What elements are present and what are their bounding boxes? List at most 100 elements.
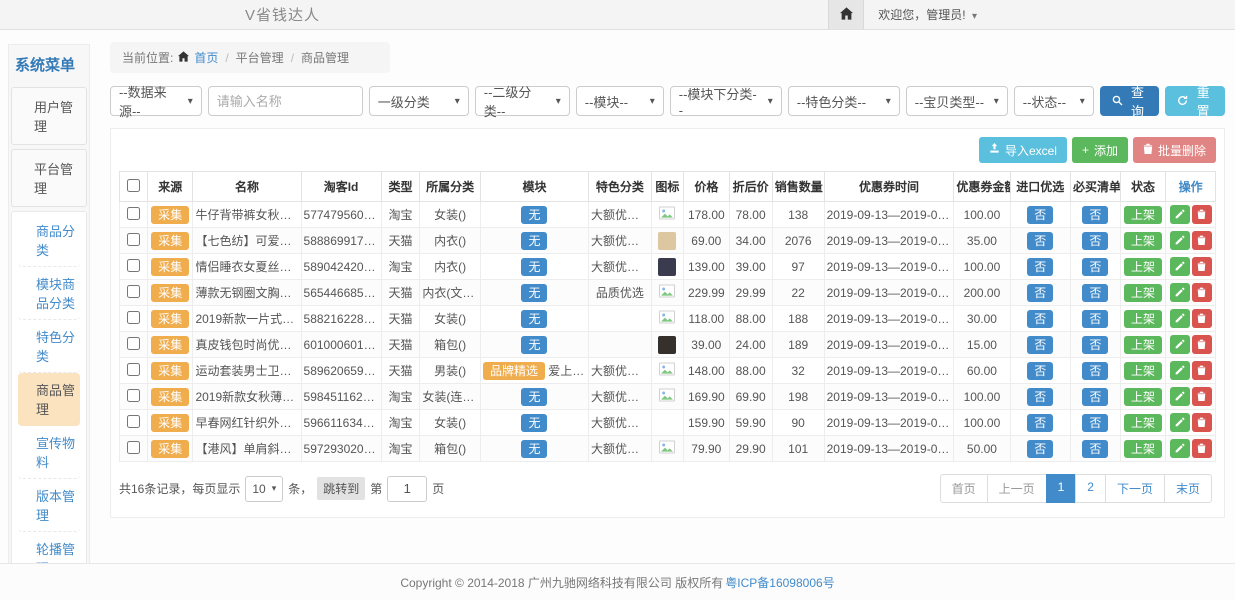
row-checkbox[interactable] bbox=[127, 389, 140, 402]
edit-button[interactable] bbox=[1170, 309, 1190, 328]
must-buy-badge[interactable]: 否 bbox=[1082, 388, 1108, 406]
filter-select[interactable]: --宝贝类型--▾ bbox=[906, 86, 1008, 116]
must-buy-badge[interactable]: 否 bbox=[1082, 336, 1108, 354]
delete-button[interactable] bbox=[1192, 231, 1212, 250]
import-select-badge[interactable]: 否 bbox=[1027, 440, 1053, 458]
row-checkbox[interactable] bbox=[127, 337, 140, 350]
must-buy-badge[interactable]: 否 bbox=[1082, 284, 1108, 302]
jump-button[interactable]: 跳转到 bbox=[317, 477, 365, 500]
filter-select[interactable]: --模块--▾ bbox=[576, 86, 664, 116]
import-select-badge[interactable]: 否 bbox=[1027, 258, 1053, 276]
page-button[interactable]: 首页 bbox=[940, 474, 988, 503]
edit-button[interactable] bbox=[1170, 361, 1190, 380]
status-badge[interactable]: 上架 bbox=[1124, 284, 1162, 302]
data-source-select[interactable]: --数据来源--▾ bbox=[110, 86, 202, 116]
select-all-checkbox[interactable] bbox=[127, 179, 140, 192]
row-checkbox[interactable] bbox=[127, 285, 140, 298]
home-button[interactable] bbox=[828, 0, 864, 29]
filter-select[interactable]: --特色分类--▾ bbox=[788, 86, 900, 116]
add-button[interactable]: + 添加 bbox=[1072, 137, 1128, 163]
sidebar-subitem[interactable]: 商品管理 bbox=[18, 373, 80, 426]
name-search-input[interactable] bbox=[208, 86, 363, 116]
sidebar-subitem[interactable]: 宣传物料 bbox=[18, 426, 80, 479]
edit-button[interactable] bbox=[1170, 257, 1190, 276]
page-button[interactable]: 末页 bbox=[1164, 474, 1212, 503]
edit-button[interactable] bbox=[1170, 413, 1190, 432]
must-buy-badge[interactable]: 否 bbox=[1082, 310, 1108, 328]
user-menu[interactable]: 欢迎您，管理员! ▾ bbox=[878, 6, 977, 23]
edit-button[interactable] bbox=[1170, 205, 1190, 224]
filter-select[interactable]: 一级分类▾ bbox=[369, 86, 469, 116]
filter-select[interactable]: --二级分类--▾ bbox=[475, 86, 570, 116]
must-buy-badge[interactable]: 否 bbox=[1082, 440, 1108, 458]
must-buy-badge[interactable]: 否 bbox=[1082, 206, 1108, 224]
sidebar-subitem[interactable]: 商品分类 bbox=[18, 214, 80, 267]
price-cell: 139.00 bbox=[684, 254, 729, 280]
page-button[interactable]: 上一页 bbox=[987, 474, 1047, 503]
import-select-badge[interactable]: 否 bbox=[1027, 310, 1053, 328]
status-badge[interactable]: 上架 bbox=[1124, 414, 1162, 432]
import-select-badge[interactable]: 否 bbox=[1027, 388, 1053, 406]
status-badge[interactable]: 上架 bbox=[1124, 232, 1162, 250]
per-page-select[interactable]: 10 ▾ bbox=[245, 476, 283, 502]
batch-delete-button[interactable]: 批量删除 bbox=[1133, 137, 1216, 163]
row-checkbox[interactable] bbox=[127, 259, 140, 272]
row-checkbox[interactable] bbox=[127, 363, 140, 376]
import-excel-button[interactable]: 导入excel bbox=[979, 137, 1067, 163]
status-badge[interactable]: 上架 bbox=[1124, 440, 1162, 458]
import-select-badge[interactable]: 否 bbox=[1027, 336, 1053, 354]
row-checkbox[interactable] bbox=[127, 207, 140, 220]
row-checkbox[interactable] bbox=[127, 311, 140, 324]
page-button[interactable]: 2 bbox=[1075, 474, 1106, 503]
reset-button[interactable]: 重置 bbox=[1165, 86, 1225, 116]
page-button[interactable]: 1 bbox=[1046, 474, 1077, 503]
page-button[interactable]: 下一页 bbox=[1105, 474, 1165, 503]
status-badge[interactable]: 上架 bbox=[1124, 388, 1162, 406]
row-checkbox[interactable] bbox=[127, 441, 140, 454]
status-badge[interactable]: 上架 bbox=[1124, 336, 1162, 354]
filter-select[interactable]: --状态--▾ bbox=[1014, 86, 1094, 116]
status-badge[interactable]: 上架 bbox=[1124, 310, 1162, 328]
delete-button[interactable] bbox=[1192, 309, 1212, 328]
row-checkbox[interactable] bbox=[127, 233, 140, 246]
breadcrumb-home-link[interactable]: 首页 bbox=[194, 49, 218, 66]
import-select-badge[interactable]: 否 bbox=[1027, 232, 1053, 250]
must-buy-badge[interactable]: 否 bbox=[1082, 362, 1108, 380]
icp-link[interactable]: 粤ICP备16098006号 bbox=[725, 574, 834, 591]
delete-button[interactable] bbox=[1192, 413, 1212, 432]
delete-button[interactable] bbox=[1192, 387, 1212, 406]
must-buy-badge[interactable]: 否 bbox=[1082, 258, 1108, 276]
delete-button[interactable] bbox=[1192, 335, 1212, 354]
delete-button[interactable] bbox=[1192, 257, 1212, 276]
delete-button[interactable] bbox=[1192, 205, 1212, 224]
sidebar-subitem[interactable]: 模块商品分类 bbox=[18, 267, 80, 320]
sidebar-subitem[interactable]: 版本管理 bbox=[18, 479, 80, 532]
sidebar-item-user-mgmt[interactable]: 用户管理 bbox=[11, 87, 87, 145]
status-badge[interactable]: 上架 bbox=[1124, 362, 1162, 380]
broken-image-icon bbox=[659, 365, 675, 379]
status-badge[interactable]: 上架 bbox=[1124, 258, 1162, 276]
delete-button[interactable] bbox=[1192, 439, 1212, 458]
edit-button[interactable] bbox=[1170, 335, 1190, 354]
edit-button[interactable] bbox=[1170, 283, 1190, 302]
filter-select[interactable]: --模块下分类--▾ bbox=[670, 86, 782, 116]
import-select-badge[interactable]: 否 bbox=[1027, 414, 1053, 432]
must-buy-badge[interactable]: 否 bbox=[1082, 232, 1108, 250]
sidebar-item-platform-mgmt[interactable]: 平台管理 bbox=[11, 149, 87, 207]
edit-button[interactable] bbox=[1170, 387, 1190, 406]
search-button[interactable]: 查询 bbox=[1100, 86, 1160, 116]
column-header: 价格 bbox=[684, 172, 729, 202]
records-summary: 共16条记录，每页显示 bbox=[119, 480, 240, 497]
delete-button[interactable] bbox=[1192, 283, 1212, 302]
sidebar-subitem[interactable]: 特色分类 bbox=[18, 320, 80, 373]
row-checkbox[interactable] bbox=[127, 415, 140, 428]
delete-button[interactable] bbox=[1192, 361, 1212, 380]
jump-page-input[interactable] bbox=[387, 476, 427, 502]
import-select-badge[interactable]: 否 bbox=[1027, 362, 1053, 380]
import-select-badge[interactable]: 否 bbox=[1027, 284, 1053, 302]
edit-button[interactable] bbox=[1170, 231, 1190, 250]
import-select-badge[interactable]: 否 bbox=[1027, 206, 1053, 224]
edit-button[interactable] bbox=[1170, 439, 1190, 458]
status-badge[interactable]: 上架 bbox=[1124, 206, 1162, 224]
must-buy-badge[interactable]: 否 bbox=[1082, 414, 1108, 432]
